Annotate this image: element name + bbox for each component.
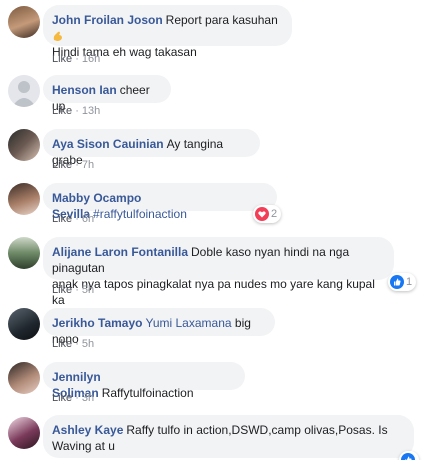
comment-bubble: Aya Sison Cauinian Ay tangina grabe xyxy=(43,129,260,167)
reaction-summary[interactable] xyxy=(399,451,419,460)
avatar[interactable] xyxy=(8,75,40,107)
timestamp[interactable]: 5h xyxy=(82,338,94,350)
avatar[interactable] xyxy=(8,6,40,38)
comment-meta: Like · 6h xyxy=(52,213,95,225)
reaction-summary[interactable]: 1 xyxy=(388,273,417,291)
comment-author[interactable]: Alijane Laron Fontanilla xyxy=(52,245,188,259)
comment-text-line2: Waving at u xyxy=(52,439,115,453)
like-link[interactable]: Like xyxy=(52,284,72,296)
comment-bubble: Ashley Kaye Raffy tulfo in action,DSWD,ca… xyxy=(43,415,414,458)
love-icon xyxy=(255,207,269,221)
comment-meta: Like · 3h xyxy=(52,392,95,404)
like-link[interactable]: Like xyxy=(52,338,72,350)
comment-meta: Like · 5h xyxy=(52,284,95,296)
flexed-biceps-icon xyxy=(52,30,64,42)
comment-text: Report para kasuhan xyxy=(165,13,278,27)
avatar[interactable] xyxy=(8,129,40,161)
hashtag-link[interactable]: #raffytulfoinaction xyxy=(93,207,187,221)
avatar[interactable] xyxy=(8,417,40,449)
default-avatar-icon xyxy=(12,81,36,107)
comment-meta: Like · 13h xyxy=(52,105,101,117)
avatar[interactable] xyxy=(8,183,40,215)
comment-bubble: Jerikho Tamayo Yumi Laxamana big nono xyxy=(43,308,275,346)
comment-author[interactable]: John Froilan Joson xyxy=(52,13,163,27)
mention-link[interactable]: Yumi Laxamana xyxy=(145,316,231,330)
comment-author[interactable]: Aya Sison Cauinian xyxy=(52,137,164,151)
timestamp[interactable]: 3h xyxy=(82,392,94,404)
comment-meta: Like · 7h xyxy=(52,159,95,171)
comment-bubble: Mabby Ocampo Sevilla #raffytulfoinaction xyxy=(43,183,277,221)
comment-bubble: Jennilyn Soliman Raffytulfoinaction xyxy=(43,362,245,400)
like-link[interactable]: Like xyxy=(52,392,72,404)
comment-text: Raffy tulfo in action,DSWD,camp olivas,P… xyxy=(126,423,388,437)
like-icon xyxy=(401,453,415,460)
timestamp[interactable]: 5h xyxy=(82,284,94,296)
like-link[interactable]: Like xyxy=(52,53,72,65)
comment-meta: Like · 5h xyxy=(52,338,95,350)
comment-bubble: Henson Ian cheer up xyxy=(43,75,171,113)
comment-author[interactable]: Henson Ian xyxy=(52,83,117,97)
avatar[interactable] xyxy=(8,237,40,269)
reaction-count: 1 xyxy=(406,276,413,288)
comment-author[interactable]: Jerikho Tamayo xyxy=(52,316,142,330)
timestamp[interactable]: 13h xyxy=(82,105,100,117)
avatar[interactable] xyxy=(8,362,40,394)
reaction-summary[interactable]: 2 xyxy=(253,205,282,223)
like-link[interactable]: Like xyxy=(52,105,72,117)
comment-author[interactable]: Ashley Kaye xyxy=(52,423,123,437)
comment-bubble: Alijane Laron Fontanilla Doble kaso nyan … xyxy=(43,237,394,307)
reaction-count: 2 xyxy=(271,208,278,220)
comment-text: Raffytulfoinaction xyxy=(101,386,194,400)
avatar[interactable] xyxy=(8,308,40,340)
like-icon xyxy=(390,275,404,289)
timestamp[interactable]: 16h xyxy=(82,53,100,65)
like-link[interactable]: Like xyxy=(52,213,72,225)
timestamp[interactable]: 6h xyxy=(82,213,94,225)
comment-text-line2: anak nya tapos pinagkalat nya pa nudes m… xyxy=(52,277,375,307)
like-link[interactable]: Like xyxy=(52,159,72,171)
comment-meta: Like · 16h xyxy=(52,53,101,65)
comment-bubble: John Froilan Joson Report para kasuhan Hi… xyxy=(43,5,292,59)
timestamp[interactable]: 7h xyxy=(82,159,94,171)
